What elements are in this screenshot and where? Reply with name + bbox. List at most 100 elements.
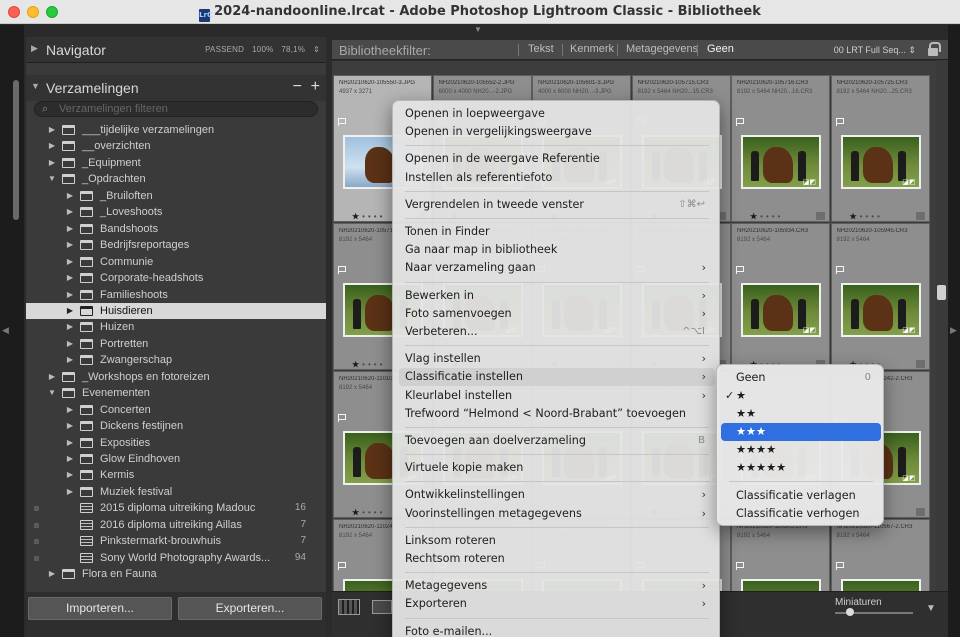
target-collection-checkbox[interactable] xyxy=(34,539,39,545)
rating-menu-item[interactable]: Classificatie verlagen xyxy=(721,487,881,505)
collection-tree-item[interactable]: 2015 diploma uitreiking Madouc 16 xyxy=(26,500,326,516)
zoom-100-option[interactable]: 100% xyxy=(252,45,273,54)
collapsed-triangle-icon[interactable]: ▶ xyxy=(65,221,75,237)
flag-icon[interactable] xyxy=(338,118,346,126)
flag-icon[interactable] xyxy=(338,562,346,570)
context-menu-item[interactable]: Toevoegen aan doelverzameling B xyxy=(399,432,715,450)
context-menu-item[interactable]: Foto e-mailen... xyxy=(399,623,715,637)
rating-menu-item[interactable]: Classificatie verhogen xyxy=(721,505,881,523)
context-menu-item[interactable]: Verbeteren... ^⌥I xyxy=(399,323,715,341)
rating-dot-icon[interactable]: • xyxy=(877,212,883,221)
flag-icon[interactable] xyxy=(835,118,844,126)
filter-metadata-tab[interactable]: Metagegevens xyxy=(626,43,698,55)
flag-icon[interactable] xyxy=(338,266,346,274)
context-menu-item[interactable]: Virtuele kopie maken xyxy=(399,459,715,477)
flag-icon[interactable] xyxy=(835,562,844,570)
left-edge-scrollbar[interactable] xyxy=(13,80,19,220)
navigator-header[interactable]: ▶ Navigator PASSEND 100% 78,1% ⇕ xyxy=(26,37,326,63)
collection-tree-item[interactable]: ▶ Huisdieren xyxy=(26,302,326,320)
quick-collection-badge-icon[interactable] xyxy=(816,212,825,220)
star-rating[interactable]: ★•••• xyxy=(750,212,783,221)
photo-thumbnail[interactable]: ◪◩ xyxy=(741,579,821,591)
collection-tree-item[interactable]: ▶ Communie xyxy=(26,254,326,270)
loupe-view-icon[interactable] xyxy=(372,600,392,614)
collection-tree-item[interactable]: ▶ Glow Eindhoven xyxy=(26,451,326,467)
context-menu-item[interactable]: Kleurlabel instellen › xyxy=(399,387,715,405)
collection-tree-item[interactable]: ▶ _Equipment xyxy=(26,155,326,171)
collapsed-triangle-icon[interactable]: ▶ xyxy=(65,303,75,319)
rating-star-icon[interactable]: ★ xyxy=(750,212,760,221)
thumbnail-cell[interactable]: NH20210620-105716.CR3 8192 x 5464 NH20...… xyxy=(731,75,830,222)
context-menu-item[interactable]: Linksom roteren xyxy=(399,532,715,550)
collections-filter-input[interactable]: ⌕ Verzamelingen filteren xyxy=(34,101,318,117)
star-rating[interactable]: ★•••• xyxy=(850,212,883,221)
collapsed-triangle-icon[interactable]: ▶ xyxy=(65,237,75,253)
collection-tree-item[interactable]: ▶ Bedrijfsreportages xyxy=(26,237,326,253)
collapsed-triangle-icon[interactable]: ▶ xyxy=(47,369,57,385)
expanded-triangle-icon[interactable]: ▼ xyxy=(47,171,57,187)
context-menu-item[interactable]: Metagegevens › xyxy=(399,577,715,595)
rating-dot-icon[interactable]: • xyxy=(380,508,386,517)
collection-tree-item[interactable]: ▶ ___tijdelijke verzamelingen xyxy=(26,122,326,138)
collection-tree-item[interactable]: ▶ _Workshops en fotoreizen xyxy=(26,369,326,385)
collection-tree-item[interactable]: ▶ _Bruiloften xyxy=(26,188,326,204)
star-rating[interactable]: ★•••• xyxy=(352,212,385,221)
flag-icon[interactable] xyxy=(835,266,844,274)
thumbnail-cell[interactable]: NH20210620-110567-2.CR38192 x 5464◪◩★•••… xyxy=(830,519,930,591)
context-menu-item[interactable]: Bewerken in › xyxy=(399,287,715,305)
collapse-top-panel-icon[interactable]: ▼ xyxy=(474,25,482,34)
collection-tree-item[interactable]: ▶ Concerten xyxy=(26,402,326,418)
star-rating[interactable]: ★•••• xyxy=(352,508,385,517)
collapsed-triangle-icon[interactable]: ▶ xyxy=(65,336,75,352)
photo-thumbnail[interactable]: ◪◩ xyxy=(840,283,921,337)
collapsed-triangle-icon[interactable]: ▶ xyxy=(65,402,75,418)
thumbnail-cell[interactable]: NH20210620-110305.CR38192 x 5464◪◩★•••• xyxy=(731,519,830,591)
context-menu-item[interactable]: Openen in de weergave Referentie xyxy=(399,150,715,168)
rating-star-icon[interactable]: ★ xyxy=(352,360,362,369)
collection-tree-item[interactable]: ▶ _Loveshoots xyxy=(26,204,326,220)
rating-star-icon[interactable]: ★ xyxy=(352,508,362,517)
collapsed-triangle-icon[interactable]: ▶ xyxy=(65,204,75,220)
collection-tree-item[interactable]: ▶ Bandshoots xyxy=(26,221,326,237)
context-menu-item[interactable]: Ga naar map in bibliotheek xyxy=(399,241,715,259)
collection-tree-item[interactable]: ▼ Evenementen xyxy=(26,385,326,401)
context-menu-item[interactable]: Instellen als referentiefoto xyxy=(399,169,715,187)
context-menu-item[interactable]: Classificatie instellen › xyxy=(399,368,715,387)
flag-icon[interactable] xyxy=(736,266,744,274)
quick-collection-badge-icon[interactable] xyxy=(915,508,925,516)
export-button[interactable]: Exporteren... xyxy=(178,597,322,620)
rating-menu-item[interactable]: ✓ ★ xyxy=(721,387,881,405)
collection-tree-item[interactable]: ▶ Portretten xyxy=(26,336,326,352)
zoom-fit-option[interactable]: PASSEND xyxy=(205,45,244,54)
collapsed-triangle-icon[interactable]: ▶ xyxy=(47,155,57,171)
quick-collection-badge-icon[interactable] xyxy=(915,360,925,368)
collections-expanded-triangle-icon[interactable]: ▼ xyxy=(31,81,40,91)
rating-menu-item[interactable]: Geen 0 xyxy=(721,369,881,387)
collection-tree-item[interactable]: ▶ Huizen xyxy=(26,319,326,335)
collapsed-triangle-icon[interactable]: ▶ xyxy=(47,138,57,154)
thumbnail-cell[interactable]: NH20210620-105945.CR38192 x 5464◪◩★•••• xyxy=(830,223,930,370)
collection-tree-item[interactable]: ▶ Dickens festijnen xyxy=(26,418,326,434)
target-collection-checkbox[interactable] xyxy=(34,506,39,512)
rating-dot-icon[interactable]: • xyxy=(778,212,784,221)
context-menu-item[interactable]: Trefwoord “Helmond < Noord-Brabant” toev… xyxy=(399,405,715,423)
rating-menu-item[interactable]: ★★★ xyxy=(721,423,881,441)
collapsed-triangle-icon[interactable]: ▶ xyxy=(65,467,75,483)
grid-scrollbar-thumb[interactable] xyxy=(937,285,946,300)
expanded-triangle-icon[interactable]: ▼ xyxy=(47,385,57,401)
context-menu-item[interactable]: Vlag instellen › xyxy=(399,350,715,368)
add-collection-icon[interactable]: + xyxy=(311,78,320,96)
collapsed-triangle-icon[interactable]: ▶ xyxy=(65,484,75,500)
collapsed-triangle-icon[interactable]: ▶ xyxy=(47,122,57,138)
context-menu-item[interactable]: Openen in vergelijkingsweergave xyxy=(399,123,715,141)
target-collection-checkbox[interactable] xyxy=(34,555,39,561)
context-menu-item[interactable]: Openen in loepweergave xyxy=(399,105,715,123)
collapsed-triangle-icon[interactable]: ▶ xyxy=(65,188,75,204)
collection-tree-item[interactable]: ▶ Muziek festival xyxy=(26,484,326,500)
collection-tree-item[interactable]: ▶ Zwangerschap xyxy=(26,352,326,368)
grid-view-icon[interactable] xyxy=(338,599,360,615)
lock-icon[interactable] xyxy=(928,42,941,56)
collection-tree-item[interactable]: Pinkstermarkt-brouwhuis 7 xyxy=(26,533,326,549)
filter-preset-select[interactable]: 00 LRT Full Seq... ⇕ xyxy=(834,45,916,56)
rating-menu-item[interactable]: ★★★★★ xyxy=(721,459,881,477)
